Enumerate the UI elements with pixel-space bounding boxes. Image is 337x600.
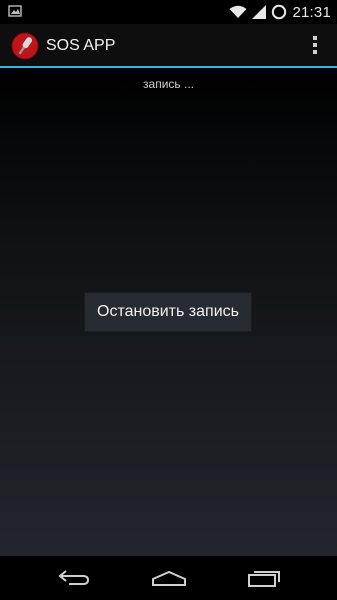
signal-icon — [252, 5, 267, 19]
home-icon[interactable] — [147, 564, 191, 592]
status-bar: 21:31 — [0, 0, 337, 24]
recent-apps-icon[interactable] — [242, 564, 286, 592]
wifi-icon — [229, 5, 247, 18]
image-notification-icon — [8, 5, 22, 17]
app-title: SOS APP — [46, 37, 116, 54]
navigation-bar — [0, 556, 337, 600]
overflow-menu-icon[interactable] — [311, 36, 319, 56]
microphone-icon[interactable] — [11, 32, 39, 60]
recording-status-text: запись ... — [143, 77, 194, 91]
battery-icon — [272, 4, 287, 20]
status-time: 21:31 — [292, 3, 331, 21]
back-icon[interactable] — [52, 564, 96, 592]
stop-recording-button[interactable]: Остановить запись — [84, 292, 252, 332]
